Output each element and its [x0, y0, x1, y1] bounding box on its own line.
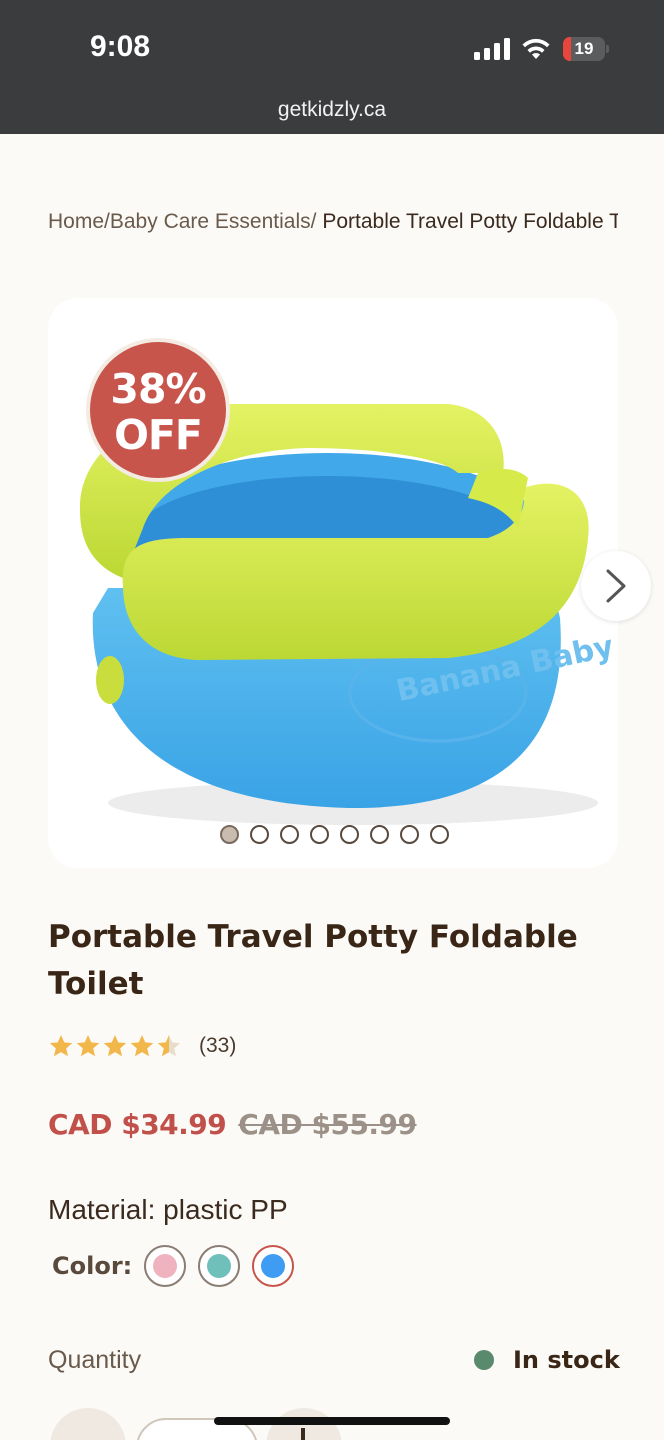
gallery-dot[interactable]: [220, 825, 239, 844]
cellular-signal-icon: [474, 38, 510, 60]
swatch-fill: [153, 1254, 178, 1278]
product-rating[interactable]: (33): [48, 1032, 236, 1060]
breadcrumb-home-link[interactable]: Home: [48, 210, 104, 233]
next-image-button[interactable]: [581, 551, 651, 621]
chevron-right-icon: [606, 569, 626, 603]
color-swatch-blue[interactable]: [252, 1245, 295, 1287]
star-icon: [130, 1034, 154, 1057]
sale-price: CAD $34.99: [48, 1108, 227, 1141]
status-time: 9:08: [90, 30, 151, 63]
star-icon: [76, 1034, 100, 1057]
star-icon: [103, 1034, 127, 1057]
price-row: CAD $34.99 CAD $55.99: [48, 1108, 417, 1141]
battery-level: 19: [574, 39, 594, 58]
product-gallery[interactable]: Banana Baby Toilet 38% OFF: [48, 298, 618, 868]
battery-low-icon: 19: [563, 37, 605, 61]
gallery-dot[interactable]: [370, 825, 389, 844]
color-label: Color:: [52, 1252, 133, 1280]
swatch-fill: [261, 1254, 286, 1278]
gallery-dot[interactable]: [310, 825, 329, 844]
breadcrumb-category-link[interactable]: Baby Care Essentials: [110, 210, 311, 233]
quantity-label: Quantity: [48, 1346, 142, 1374]
stock-status: In stock: [474, 1346, 620, 1374]
address-bar-url[interactable]: getkidzly.ca: [0, 98, 664, 122]
regular-price: CAD $55.99: [238, 1108, 417, 1141]
color-selector: Color:: [52, 1245, 306, 1287]
material-info: Material: plastic PP: [48, 1194, 288, 1225]
swatch-fill: [207, 1254, 232, 1278]
review-count[interactable]: (33): [199, 1034, 236, 1058]
wifi-icon: [522, 38, 550, 59]
breadcrumb: Home/Baby Care Essentials/ Portable Trav…: [48, 210, 618, 234]
product-title: Portable Travel Potty Foldable Toilet: [48, 919, 578, 1002]
gallery-dot[interactable]: [430, 825, 449, 844]
gallery-dot[interactable]: [340, 825, 359, 844]
discount-badge: 38% OFF: [86, 338, 230, 482]
status-bar: 9:08 19 getkidzly.ca: [0, 0, 664, 134]
breadcrumb-current: Portable Travel Potty Foldable Toilet: [322, 210, 618, 233]
star-icon: [157, 1034, 181, 1057]
home-indicator[interactable]: [214, 1417, 450, 1425]
star-icon: [49, 1034, 73, 1057]
quantity-decrease-button[interactable]: [50, 1408, 126, 1440]
stock-indicator-dot: [474, 1350, 494, 1370]
color-swatch-pink[interactable]: [144, 1245, 187, 1287]
discount-label: OFF: [114, 411, 203, 459]
plus-icon: [301, 1428, 305, 1440]
gallery-dot[interactable]: [250, 825, 269, 844]
battery-cap: [606, 45, 609, 53]
gallery-pagination: [220, 825, 449, 845]
gallery-dot[interactable]: [280, 825, 299, 844]
discount-percent: 38%: [110, 365, 206, 413]
color-swatch-teal[interactable]: [198, 1245, 241, 1287]
stock-text: In stock: [513, 1346, 620, 1374]
gallery-dot[interactable]: [400, 825, 419, 844]
star-rating: [48, 1033, 182, 1059]
